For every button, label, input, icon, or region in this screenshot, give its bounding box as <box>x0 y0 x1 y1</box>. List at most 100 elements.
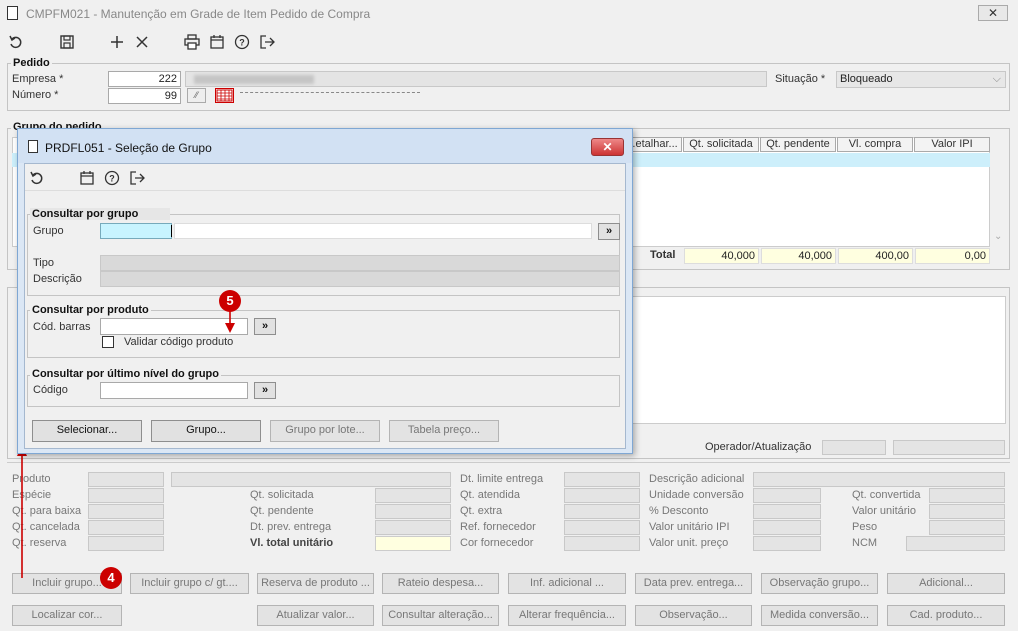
grid-header-vl-compra[interactable]: Vl. compra <box>837 137 913 152</box>
grid-calendar-icon[interactable] <box>215 88 234 103</box>
cad-produto-button[interactable]: Cad. produto... <box>887 605 1005 626</box>
button-label: Localizar cor... <box>31 609 103 621</box>
grupo-name-input[interactable] <box>174 223 592 239</box>
grupo-lookup-button[interactable]: » <box>598 223 620 240</box>
qt-para-baixa-field <box>88 504 164 519</box>
total-vl-compra: 400,00 <box>838 248 913 264</box>
numero-value: 99 <box>164 90 177 102</box>
grid-header-label: Valor IPI <box>931 138 973 150</box>
codigo-input[interactable] <box>100 382 248 399</box>
scroll-down-icon[interactable]: ⌄ <box>994 231 1002 242</box>
valor-unitario-ipi-label: Valor unitário IPI <box>649 521 730 533</box>
dt-prev-entrega-field <box>375 520 451 535</box>
empresa-value: 222 <box>158 73 177 85</box>
produto-desc-field <box>171 472 451 487</box>
dialog-close-button[interactable]: ✕ <box>591 138 624 156</box>
dialog-help-icon[interactable]: ? <box>103 169 121 187</box>
dt-prev-entrega-label: Dt. prev. entrega <box>250 521 332 533</box>
qt-solicitada-label: Qt. solicitada <box>250 489 314 501</box>
main-toolbar: ? <box>0 30 300 54</box>
save-icon[interactable] <box>58 33 76 51</box>
add-icon[interactable] <box>108 33 126 51</box>
qt-solicitada-field <box>375 488 451 503</box>
total-qt-pendente: 40,000 <box>761 248 836 264</box>
button-label: Reserva de produto ... <box>261 577 370 589</box>
adicional-button[interactable]: Adicional... <box>887 573 1005 594</box>
grid-header-valor-ipi[interactable]: Valor IPI <box>914 137 990 152</box>
help-icon[interactable]: ? <box>233 33 251 51</box>
unidade-conversao-field <box>753 488 821 503</box>
consultar-grupo-title: Consultar por grupo <box>30 208 170 220</box>
grupo-code-input[interactable] <box>100 223 172 239</box>
ref-fornecedor-field <box>564 520 640 535</box>
alterar-frequencia-button[interactable]: Alterar frequência... <box>508 605 626 626</box>
exit-icon[interactable] <box>258 33 276 51</box>
vl-total-unitario-field <box>375 536 451 551</box>
localizar-cor-button[interactable]: Localizar cor... <box>12 605 122 626</box>
inf-adicional-button[interactable]: Inf. adicional ... <box>508 573 626 594</box>
situacao-label: Situação * <box>775 73 826 85</box>
tabela-preco-button[interactable]: Tabela preço... <box>389 420 499 442</box>
grid-header-qt-solicitada[interactable]: Qt. solicitada <box>683 137 759 152</box>
grupo-por-lote-button[interactable]: Grupo por lote... <box>270 420 380 442</box>
total-label: Total <box>650 249 676 261</box>
situacao-value: Bloqueado <box>840 73 893 85</box>
dialog-titlebar: PRDFL051 - Seleção de Grupo ✕ <box>18 129 632 163</box>
data-prev-entrega-button[interactable]: Data prev. entrega... <box>635 573 752 594</box>
undo-icon[interactable] <box>7 33 25 51</box>
incluir-grupo-gt-button[interactable]: Incluir grupo c/ gt.... <box>130 573 249 594</box>
operador-label: Operador/Atualização <box>705 441 812 453</box>
situacao-select[interactable]: Bloqueado ⌵ <box>836 71 1006 88</box>
codigo-lookup-button[interactable]: » <box>254 382 276 399</box>
medida-conversao-button[interactable]: Medida conversão... <box>761 605 878 626</box>
grid-scrollbar[interactable]: ⌄ <box>992 137 1006 247</box>
print-icon[interactable] <box>183 33 201 51</box>
total-value: 0,00 <box>964 250 986 262</box>
total-qt-solicitada: 40,000 <box>684 248 759 264</box>
consultar-produto-title: Consultar por produto <box>30 304 151 316</box>
reserva-produto-button[interactable]: Reserva de produto ... <box>257 573 374 594</box>
lookup-glyph: » <box>261 384 269 396</box>
grupo-label: Grupo <box>33 225 64 237</box>
calendar-icon[interactable] <box>208 33 226 51</box>
cod-barras-label: Cód. barras <box>33 321 91 333</box>
total-value: 40,000 <box>721 250 755 262</box>
atualizar-valor-button[interactable]: Atualizar valor... <box>257 605 374 626</box>
ncm-label: NCM <box>852 537 878 549</box>
descricao-adicional-label: Descrição adicional <box>649 473 745 485</box>
numero-field[interactable]: 99 <box>108 88 181 104</box>
rateio-despesa-button[interactable]: Rateio despesa... <box>382 573 499 594</box>
button-label: Rateio despesa... <box>397 577 484 589</box>
qt-extra-field <box>564 504 640 519</box>
grid-header-label: Qt. solicitada <box>689 138 753 150</box>
grid-header-qt-pendente[interactable]: Qt. pendente <box>760 137 836 152</box>
delete-icon[interactable] <box>133 33 151 51</box>
cor-fornecedor-field <box>564 536 640 551</box>
consultar-alteracao-button[interactable]: Consultar alteração... <box>382 605 499 626</box>
close-button[interactable]: ✕ <box>978 5 1008 21</box>
qt-atendida-label: Qt. atendida <box>460 489 520 501</box>
group-selection-dialog: PRDFL051 - Seleção de Grupo ✕ ? Consulta… <box>17 128 633 454</box>
numero-pick-icon[interactable]: ⁄⁄ <box>187 88 206 103</box>
callout-arrow-4 <box>17 445 27 578</box>
observacao-button[interactable]: Observação... <box>635 605 752 626</box>
validar-checkbox[interactable] <box>102 336 114 348</box>
grupo-button[interactable]: Grupo... <box>151 420 261 442</box>
dialog-calendar-icon[interactable] <box>78 169 96 187</box>
dialog-exit-icon[interactable] <box>128 169 146 187</box>
peso-label: Peso <box>852 521 878 533</box>
qt-reserva-field <box>88 536 164 551</box>
selecionar-button[interactable]: Selecionar... <box>32 420 142 442</box>
empresa-name-field <box>185 71 767 87</box>
dialog-document-icon <box>28 140 38 153</box>
cod-barras-lookup-button[interactable]: » <box>254 318 276 335</box>
consultar-ultimo-nivel-title: Consultar por último nível do grupo <box>30 368 221 380</box>
dialog-toolbar-divider <box>25 190 625 191</box>
grid-header-label: ...etalhar... <box>626 138 678 150</box>
total-value: 40,000 <box>798 250 832 262</box>
empresa-field[interactable]: 222 <box>108 71 181 87</box>
valor-unitario-ipi-field <box>753 520 821 535</box>
dialog-undo-icon[interactable] <box>28 169 46 187</box>
observacao-grupo-button[interactable]: Observação grupo... <box>761 573 878 594</box>
step-number: 4 <box>107 570 115 585</box>
